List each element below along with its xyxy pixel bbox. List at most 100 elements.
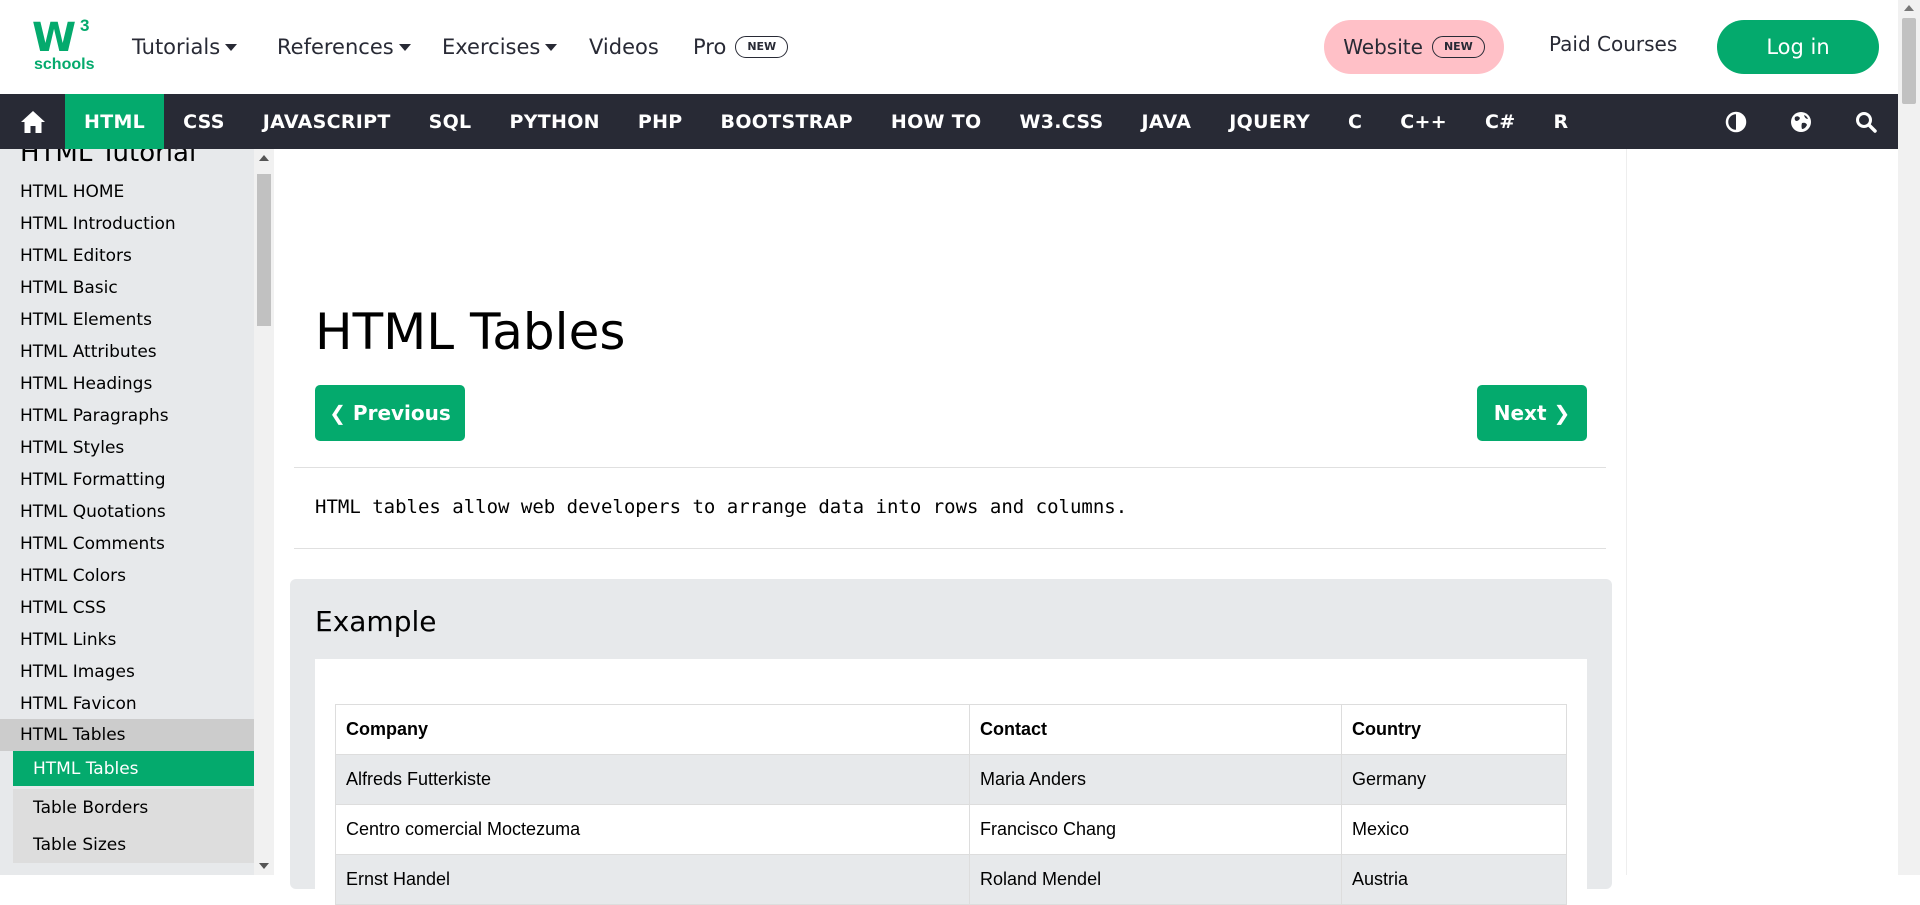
table-row: Ernst Handel Roland Mendel Austria [335,854,1567,905]
theme-toggle-button[interactable] [1703,94,1768,149]
nav-bootstrap[interactable]: BOOTSTRAP [702,94,872,149]
table-cell: Centro comercial Moctezuma [335,804,970,855]
home-icon [20,110,45,133]
table-cell: Austria [1341,854,1567,905]
language-button[interactable] [1768,94,1833,149]
sidebar-item-html-headings[interactable]: HTML Headings [0,368,254,400]
sidebar-item-html-attributes[interactable]: HTML Attributes [0,336,254,368]
window-scrollbar[interactable] [1898,0,1920,875]
sidebar-subitem-table-borders[interactable]: Table Borders [13,789,254,826]
home-button[interactable] [0,94,65,149]
nav-python[interactable]: PYTHON [490,94,618,149]
topnav-videos[interactable]: Videos [589,0,659,94]
sidebar-item-html-css[interactable]: HTML CSS [0,592,254,624]
table-header: Company [335,704,970,755]
website-label: Website [1343,35,1423,59]
sidebar-item-html-paragraphs[interactable]: HTML Paragraphs [0,400,254,432]
sidebar-item-html-links[interactable]: HTML Links [0,624,254,656]
logo-mark: W [32,15,76,61]
nav-php[interactable]: PHP [619,94,702,149]
scroll-up-icon[interactable] [259,155,269,161]
divider [294,467,1606,468]
table-row: Centro comercial Moctezuma Francisco Cha… [335,804,1567,855]
right-column [1626,149,1898,875]
paid-courses-link[interactable]: Paid Courses [1549,32,1677,56]
nav-css[interactable]: CSS [164,94,244,149]
nav-cpp[interactable]: C++ [1381,94,1466,149]
scroll-up-icon[interactable] [1904,5,1914,11]
nav-w3css[interactable]: W3.CSS [1000,94,1122,149]
next-button[interactable]: Next ❯ [1477,385,1587,441]
language-nav: HTML CSS JAVASCRIPT SQL PYTHON PHP BOOTS… [0,94,1898,149]
sidebar-item-html-styles[interactable]: HTML Styles [0,432,254,464]
caret-down-icon [225,43,238,51]
search-icon [1855,111,1877,133]
sidebar-item-html-favicon[interactable]: HTML Favicon [0,688,254,720]
table-cell: Francisco Chang [969,804,1342,855]
videos-label: Videos [589,35,659,59]
nav-javascript[interactable]: JAVASCRIPT [244,94,410,149]
sidebar-item-html-introduction[interactable]: HTML Introduction [0,208,254,240]
table-cell: Roland Mendel [969,854,1342,905]
sidebar-item-html-formatting[interactable]: HTML Formatting [0,464,254,496]
previous-button[interactable]: ❮ Previous [315,385,465,441]
topnav-references[interactable]: References [277,0,411,94]
scroll-down-icon[interactable] [259,863,269,869]
topnav-pro[interactable]: Pro NEW [693,0,789,94]
main-content: HTML Tables ❮ Previous Next ❯ HTML table… [274,149,1626,905]
sidebar-subitem-table-sizes[interactable]: Table Sizes [13,826,254,863]
table-header: Country [1341,704,1567,755]
sidebar-title: HTML Tutorial [20,149,197,168]
table-cell: Ernst Handel [335,854,970,905]
search-button[interactable] [1833,94,1898,149]
table-row: Alfreds Futterkiste Maria Anders Germany [335,754,1567,805]
sidebar-item-html-elements[interactable]: HTML Elements [0,304,254,336]
sidebar-item-html-images[interactable]: HTML Images [0,656,254,688]
topnav-tutorials[interactable]: Tutorials [132,0,238,94]
w3schools-logo[interactable]: W 3 schools [32,15,96,76]
website-button[interactable]: Website NEW [1324,20,1504,74]
divider [294,548,1606,549]
new-badge: NEW [1431,36,1485,58]
sidebar-item-html-comments[interactable]: HTML Comments [0,528,254,560]
table-header-row: Company Contact Country [335,704,1567,755]
sidebar-item-html-tables[interactable]: HTML Tables [0,719,254,751]
login-button[interactable]: Log in [1717,20,1879,74]
references-label: References [277,35,394,59]
sidebar-item-html-editors[interactable]: HTML Editors [0,240,254,272]
example-output: Company Contact Country Alfreds Futterki… [315,659,1587,905]
top-bar: W 3 schools Tutorials References Exercis… [0,0,1898,94]
table-cell: Maria Anders [969,754,1342,805]
sidebar-item-html-quotations[interactable]: HTML Quotations [0,496,254,528]
sidebar: HTML Tutorial HTML HOME HTML Introductio… [0,149,254,875]
globe-icon [1790,111,1811,132]
sidebar-scroll-thumb[interactable] [257,174,271,326]
sidebar-item-html-home[interactable]: HTML HOME [0,176,254,208]
sidebar-scrollbar[interactable] [254,149,274,875]
sidebar-item-html-basic[interactable]: HTML Basic [0,272,254,304]
table-header: Contact [969,704,1342,755]
pro-label: Pro [693,35,727,59]
nav-c[interactable]: C [1329,94,1381,149]
language-links: HTML CSS JAVASCRIPT SQL PYTHON PHP BOOTS… [65,94,1587,149]
intro-text: HTML tables allow web developers to arra… [315,496,1128,518]
nav-csharp[interactable]: C# [1466,94,1534,149]
nav-sql[interactable]: SQL [410,94,491,149]
tutorials-label: Tutorials [132,35,221,59]
sidebar-subitem-html-tables[interactable]: HTML Tables [13,751,254,786]
nav-tools [1703,94,1898,149]
example-box: Example Company Contact Country Alfreds … [290,579,1612,905]
nav-how-to[interactable]: HOW TO [872,94,1001,149]
nav-jquery[interactable]: JQUERY [1210,94,1329,149]
new-badge: NEW [735,36,789,58]
caret-down-icon [545,43,558,51]
logo-superscript: 3 [80,16,90,35]
window-scroll-thumb[interactable] [1902,18,1916,104]
nav-r[interactable]: R [1534,94,1587,149]
sidebar-item-html-colors[interactable]: HTML Colors [0,560,254,592]
table-cell: Mexico [1341,804,1567,855]
topnav-exercises[interactable]: Exercises [442,0,558,94]
nav-java[interactable]: JAVA [1122,94,1210,149]
table-cell: Alfreds Futterkiste [335,754,970,805]
nav-html[interactable]: HTML [65,94,165,149]
